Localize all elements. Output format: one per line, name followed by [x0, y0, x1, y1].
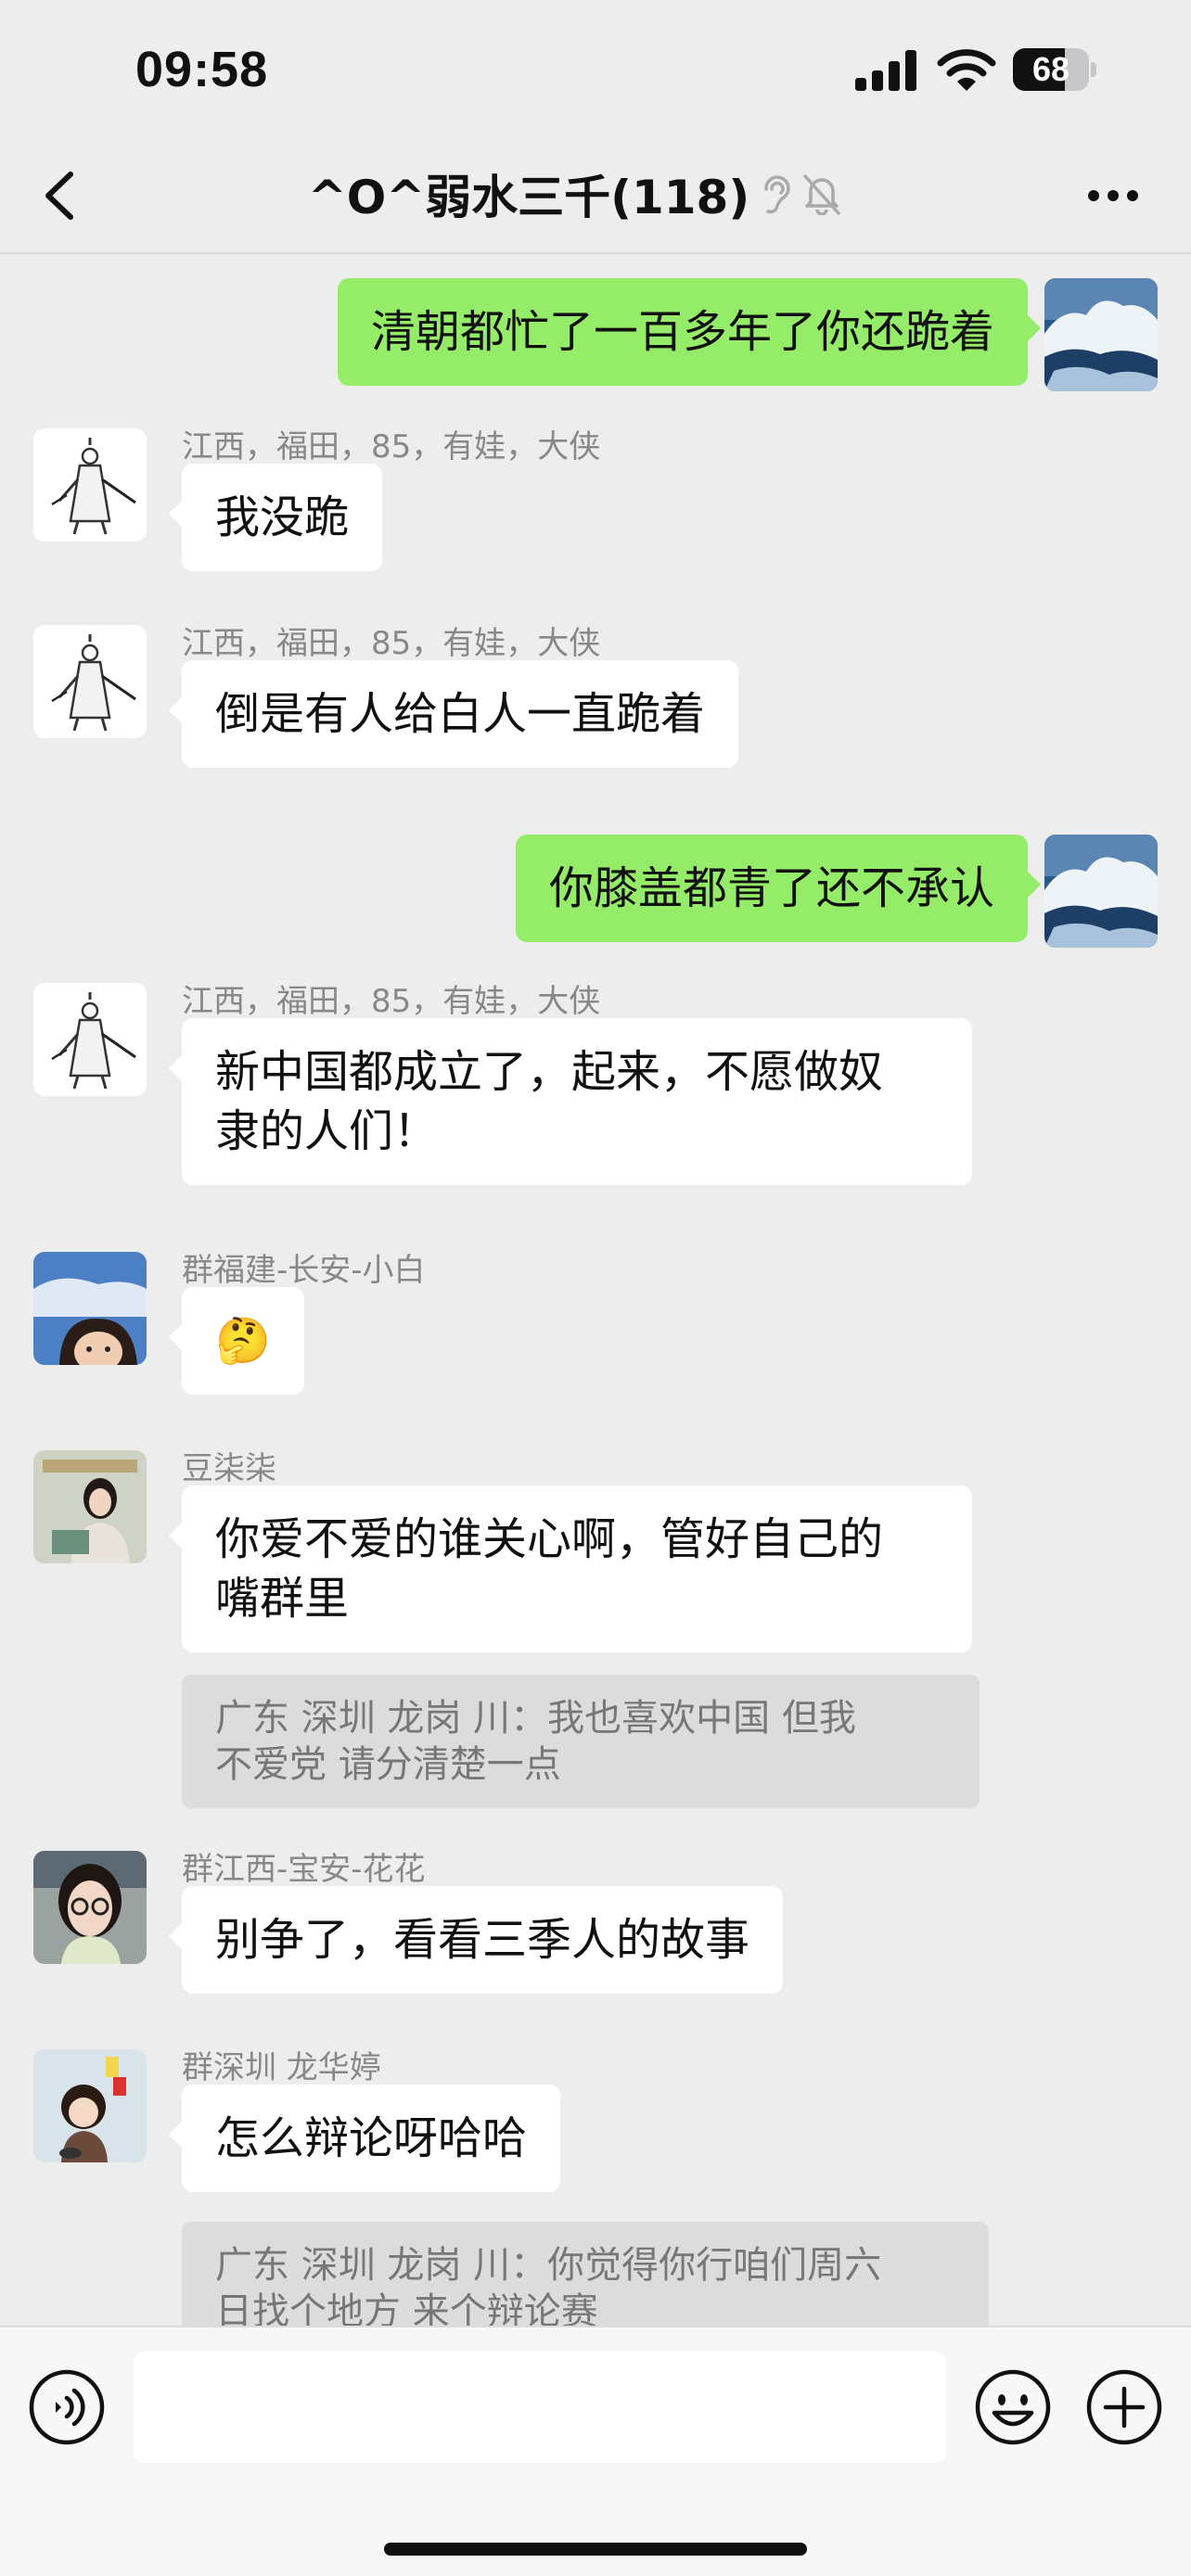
sender-name: 群福建-长安-小白 — [182, 1252, 426, 1289]
quoted-message[interactable]: 广东 深圳 龙岗 川：我也喜欢中国 但我 不爱党 请分清楚一点 — [182, 1675, 980, 1808]
sender-name: 群深圳 龙华婷 — [182, 2049, 381, 2086]
status-bar: 09:58 68 — [0, 0, 1191, 139]
more-button[interactable] — [1076, 172, 1150, 219]
message-bubble[interactable]: 倒是有人给白人一直跪着 — [168, 660, 739, 768]
message-line: 隶的人们！ — [215, 1105, 439, 1157]
back-button[interactable] — [33, 165, 89, 226]
status-time: 09:58 — [135, 42, 269, 97]
emoji-button[interactable] — [974, 2368, 1052, 2446]
voice-button[interactable] — [28, 2368, 106, 2446]
plus-icon — [1086, 2369, 1162, 2445]
message-bubble[interactable]: 你膝盖都青了还不承认 — [515, 835, 1042, 942]
quote-line: 不爱党 请分清楚一点 — [215, 1743, 561, 1786]
input-bar — [0, 2326, 1191, 2576]
woman-book-avatar[interactable] — [33, 1450, 147, 1563]
mute-bell-icon — [803, 174, 840, 215]
message-list[interactable]: 清朝都忙了一百多年了你还跪着 江西，福田，85，有娃，大侠 我没跪 江西，福田，… — [0, 256, 1191, 2326]
sender-name: 群江西-宝安-花花 — [182, 1851, 426, 1888]
message-line: 嘴群里 — [215, 1573, 350, 1625]
message-input[interactable] — [134, 2352, 946, 2463]
sender-name: 江西，福田，85，有娃，大侠 — [182, 983, 601, 1020]
more-icon — [1088, 190, 1099, 201]
woman-glasses-avatar[interactable] — [33, 1851, 147, 1964]
plus-button[interactable] — [1085, 2368, 1163, 2446]
back-icon — [45, 172, 73, 220]
sender-name: 豆柒柒 — [182, 1450, 276, 1487]
message-bubble[interactable]: 新中国都成立了，起来，不愿做奴 隶的人们！ — [169, 1018, 972, 1185]
swordsman-avatar[interactable] — [33, 428, 147, 542]
sender-name: 江西，福田，85，有娃，大侠 — [182, 625, 601, 662]
mountain-cloud-avatar[interactable] — [1044, 278, 1158, 391]
message-bubble[interactable]: 🤔 — [169, 1287, 304, 1395]
wifi-icon — [937, 46, 996, 93]
message-line: 你爱不爱的谁关心啊，管好自己的 — [215, 1513, 884, 1565]
battery-level: 68 — [1031, 50, 1070, 88]
message-bubble[interactable]: 清朝都忙了一百多年了你还跪着 — [337, 278, 1042, 386]
swordsman-avatar[interactable] — [33, 983, 147, 1096]
message-bubble[interactable]: 我没跪 — [168, 464, 383, 571]
swordsman-avatar[interactable] — [33, 625, 147, 738]
cartoon-girl-avatar[interactable] — [33, 2049, 147, 2162]
chat-title: ^O^弱水三千(118) — [307, 171, 750, 224]
home-indicator — [384, 2543, 807, 2556]
quote-line: 广东 深圳 龙岗 川：你觉得你行咱们周六 — [215, 2244, 882, 2287]
sender-name: 江西，福田，85，有娃，大侠 — [182, 428, 601, 465]
message-bubble[interactable]: 你爱不爱的谁关心啊，管好自己的 嘴群里 — [169, 1486, 972, 1652]
message-bubble[interactable]: 怎么辩论呀哈哈 — [168, 2085, 561, 2192]
earpiece-icon — [764, 175, 790, 214]
quote-line: 日找个地方 来个辩论赛 — [215, 2290, 598, 2326]
message-bubble[interactable]: 别争了，看看三季人的故事 — [168, 1886, 784, 1994]
mountain-cloud-avatar[interactable] — [1044, 835, 1158, 948]
girl-sky-avatar[interactable] — [33, 1252, 147, 1365]
battery-icon: 68 — [1013, 48, 1096, 91]
voice-icon — [29, 2369, 105, 2445]
chat-header: ^O^弱水三千(118) — [0, 139, 1191, 254]
message-line: 新中国都成立了，起来，不愿做奴 — [215, 1046, 884, 1098]
emoji-icon — [975, 2369, 1051, 2445]
cellular-signal-icon — [855, 50, 918, 91]
quoted-message[interactable]: 广东 深圳 龙岗 川：你觉得你行咱们周六 日找个地方 来个辩论赛 — [182, 2222, 989, 2326]
chat-title-group[interactable]: ^O^弱水三千(118) — [278, 159, 872, 228]
quote-line: 广东 深圳 龙岗 川：我也喜欢中国 但我 — [215, 1697, 856, 1740]
